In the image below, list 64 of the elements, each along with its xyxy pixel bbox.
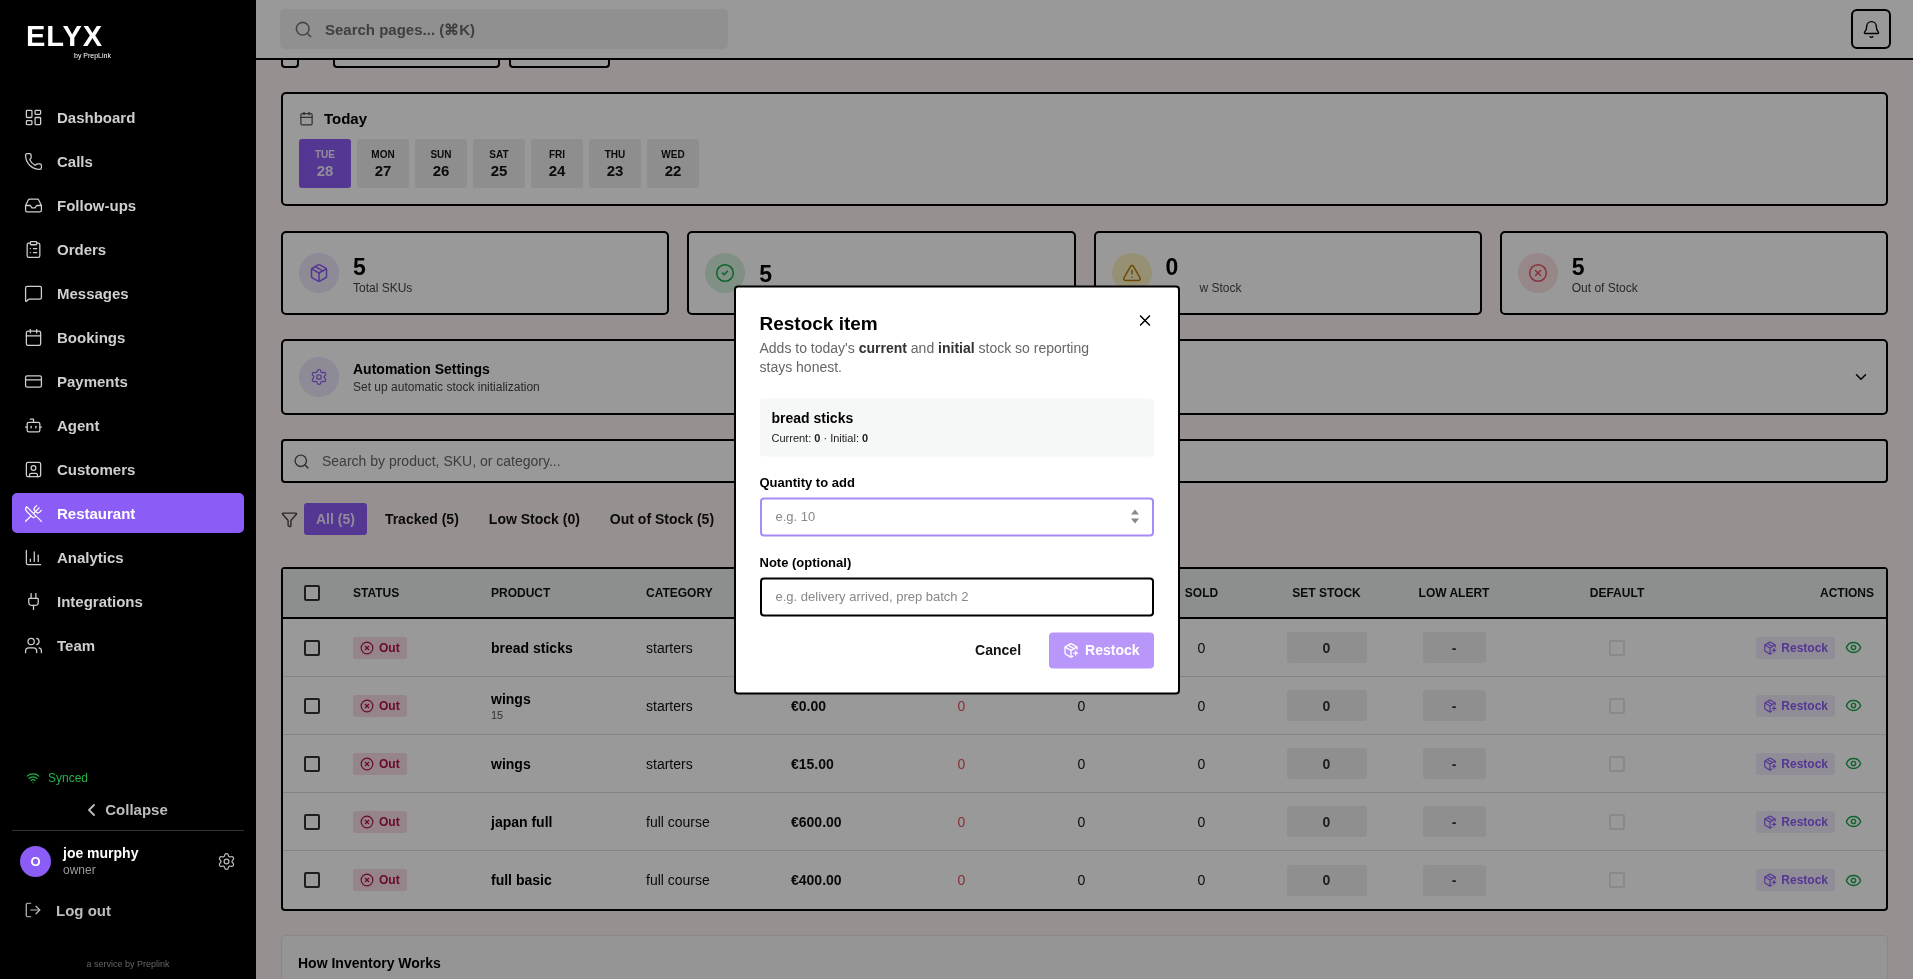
- sync-status: Synced: [48, 771, 89, 785]
- item-stats: Current: 0 · Initial: 0: [771, 432, 870, 445]
- table-cell: 0: [1197, 697, 1206, 714]
- table-cell: €400.00: [791, 872, 842, 888]
- dialog-title: Restock item: [759, 312, 878, 335]
- column-header: SET STOCK: [1292, 586, 1361, 600]
- table-cell: full course: [646, 813, 710, 830]
- panel-title: Automation Settings: [353, 360, 490, 377]
- table-cell: 0: [1077, 872, 1086, 888]
- item-name: bread sticks: [771, 410, 855, 427]
- column-header: PRODUCT: [491, 586, 551, 600]
- column-header: SOLD: [1184, 586, 1219, 600]
- table-cell: €15.00: [791, 755, 834, 772]
- table-cell: starters: [646, 639, 693, 656]
- stat-label: Total SKUs: [353, 280, 413, 295]
- table-cell: 0: [1197, 872, 1206, 888]
- table-cell: 0: [1197, 755, 1206, 772]
- stat-label: Out of Stock: [1571, 280, 1638, 295]
- product-name: wings: [491, 755, 531, 772]
- column-header: LOW ALERT: [1418, 586, 1490, 600]
- product-name: full basic: [491, 872, 552, 888]
- table-cell: 0: [957, 755, 966, 772]
- field-label: Note (optional): [759, 555, 853, 571]
- column-header: ACTIONS: [1820, 586, 1874, 600]
- table-cell: 0: [1077, 697, 1086, 714]
- table-cell: €600.00: [791, 813, 842, 830]
- table-cell: 0: [1197, 639, 1206, 656]
- table-cell: starters: [646, 697, 693, 714]
- user-role: owner: [63, 863, 97, 877]
- status-badge: Out: [353, 869, 407, 891]
- table-cell: 0: [1077, 755, 1086, 772]
- stat-value: 0: [1165, 253, 1180, 281]
- column-header: CATEGORY: [646, 586, 713, 600]
- product-name: wings: [491, 690, 531, 707]
- stat-label: w Stock: [1199, 280, 1242, 295]
- status-badge: Out: [353, 810, 407, 833]
- stat-value: 5: [1571, 253, 1586, 281]
- product-name: bread sticks: [491, 639, 573, 656]
- date-title: Today: [324, 110, 368, 127]
- user-avatar: O: [20, 845, 51, 877]
- table-cell: 0: [957, 872, 966, 888]
- table-cell: starters: [646, 755, 693, 772]
- stat-value: 5: [353, 253, 367, 281]
- column-header: DEFAULT: [1589, 586, 1645, 600]
- table-cell: 0: [957, 813, 966, 830]
- table-cell: 0: [957, 697, 966, 714]
- panel-subtitle: Set up automatic stock initialization: [353, 379, 540, 394]
- product-sku: 15: [491, 708, 505, 721]
- stat-value: 5: [759, 260, 773, 288]
- column-header: STATUS: [353, 586, 400, 600]
- status-badge: Out: [353, 636, 407, 659]
- table-cell: 0: [1077, 813, 1086, 830]
- status-badge: Out: [353, 752, 407, 775]
- table-cell: full course: [646, 872, 710, 888]
- field-label: Quantity to add: [759, 475, 856, 491]
- product-name: japan full: [491, 813, 553, 830]
- user-name: joe murphy: [63, 845, 140, 861]
- dialog-description: Adds to today's current and initial stock so reporting stays honest.: [759, 338, 1090, 378]
- info-title: How Inventory Works: [298, 955, 441, 971]
- table-cell: €0.00: [791, 697, 827, 714]
- logo-text: ELYX: [26, 22, 104, 51]
- status-badge: Out: [353, 694, 407, 717]
- table-cell: 0: [1197, 813, 1206, 830]
- footer-text: a service by Preplink: [85, 959, 171, 969]
